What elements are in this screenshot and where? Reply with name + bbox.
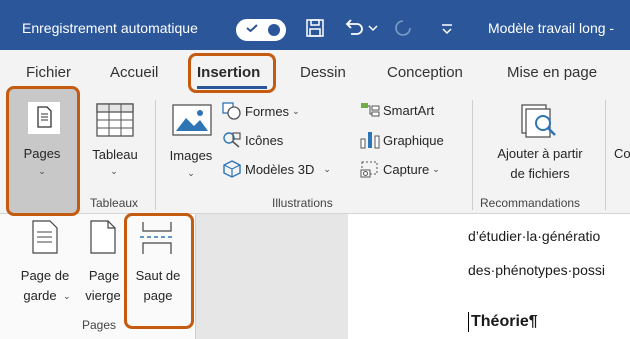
ribbon-tabs: Fichier Accueil Insertion Dessin Concept…	[0, 50, 630, 96]
page-vierge-label-2[interactable]: vierge	[80, 288, 126, 303]
chevron-down-icon: ⌄	[292, 105, 300, 116]
blank-page-icon	[90, 220, 116, 254]
ribbon-separator	[155, 100, 156, 210]
capture-label: Capture	[383, 161, 430, 177]
chevron-down-icon: ⌄	[323, 163, 331, 174]
icons-icon	[223, 132, 241, 148]
title-bar: Enregistrement automatique Modèle travai…	[0, 0, 630, 50]
ribbon-separator	[472, 100, 473, 210]
tableau-label[interactable]: Tableau	[87, 147, 143, 162]
images-icon[interactable]	[172, 104, 212, 138]
comments-button-partial[interactable]: Co	[614, 146, 630, 161]
ribbon-separator	[605, 100, 606, 210]
check-icon	[246, 24, 258, 32]
chevron-down-icon: ⌄	[110, 166, 118, 176]
smartart-label: SmartArt	[383, 102, 435, 118]
3d-models-icon	[223, 160, 241, 178]
graphique-label: Graphique	[383, 132, 444, 148]
tab-conception[interactable]: Conception	[387, 64, 463, 81]
chevron-down-icon: ⌄	[63, 291, 71, 301]
add-from-files-icon[interactable]	[521, 104, 559, 140]
tab-accueil[interactable]: Accueil	[110, 64, 158, 81]
pages-label: Pages	[23, 146, 61, 161]
save-icon[interactable]	[305, 18, 325, 38]
group-label-tableaux: Tableaux	[90, 196, 139, 210]
smartart-icon	[361, 103, 380, 117]
saut-de-page-label-1[interactable]: Saut de	[130, 268, 186, 283]
pages-icon	[28, 102, 60, 134]
cover-page-icon	[32, 220, 58, 254]
document-heading: Théorie¶	[471, 313, 538, 330]
chevron-down-icon: ⌄	[432, 163, 440, 174]
document-title: Modèle travail long -	[488, 20, 615, 36]
saut-de-page-label-2[interactable]: page	[130, 288, 186, 303]
document-background	[196, 214, 348, 339]
add-from-files-label-2[interactable]: de fichiers	[478, 166, 602, 181]
modeles3d-button[interactable]: Modèles 3D ⌄	[222, 160, 331, 178]
active-tab-indicator	[197, 86, 267, 89]
formes-label: Formes	[245, 103, 290, 119]
document-text-line: d’étudier·la·génératio	[468, 228, 601, 244]
shapes-icon	[222, 102, 241, 120]
chevron-down-icon: ⌄	[187, 168, 195, 178]
tab-insertion[interactable]: Insertion	[197, 64, 260, 81]
page-garde-label-2[interactable]: garde	[15, 288, 65, 303]
capture-button[interactable]: Capture ⌄	[360, 160, 440, 178]
formes-button[interactable]: Formes ⌄	[222, 102, 300, 120]
chevron-down-icon: ⌄	[38, 166, 46, 176]
tab-mise-en-page[interactable]: Mise en page	[507, 64, 597, 81]
chart-icon	[360, 132, 380, 149]
toggle-knob	[268, 24, 280, 36]
undo-icon[interactable]	[343, 18, 365, 38]
icones-label: Icônes	[245, 132, 284, 148]
text-cursor	[468, 312, 469, 332]
page-garde-label-1[interactable]: Page de	[15, 268, 75, 283]
modeles3d-label: Modèles 3D	[245, 161, 315, 177]
document-text-line: des·phénotypes·possi	[468, 262, 605, 278]
table-icon[interactable]	[96, 103, 134, 137]
add-from-files-label-1[interactable]: Ajouter à partir	[478, 146, 602, 161]
page-vierge-label-1[interactable]: Page	[82, 268, 126, 283]
graphique-button[interactable]: Graphique	[360, 131, 444, 149]
tab-fichier[interactable]: Fichier	[26, 64, 71, 81]
smartart-button[interactable]: SmartArt	[360, 102, 434, 118]
redo-icon[interactable]	[393, 18, 415, 38]
customize-toolbar-icon[interactable]	[440, 22, 454, 36]
autosave-label: Enregistrement automatique	[22, 20, 198, 36]
group-label-recommandations: Recommandations	[480, 196, 581, 210]
undo-dropdown-icon[interactable]	[368, 24, 378, 32]
icones-button[interactable]: Icônes	[222, 131, 283, 149]
autosave-toggle[interactable]	[236, 19, 286, 41]
page-break-icon	[140, 222, 174, 254]
group-label-pages: Pages	[82, 318, 117, 332]
images-label[interactable]: Images	[166, 148, 216, 163]
screenshot-icon	[360, 161, 378, 178]
tab-dessin[interactable]: Dessin	[300, 64, 346, 81]
group-label-illustrations: Illustrations	[272, 196, 333, 210]
